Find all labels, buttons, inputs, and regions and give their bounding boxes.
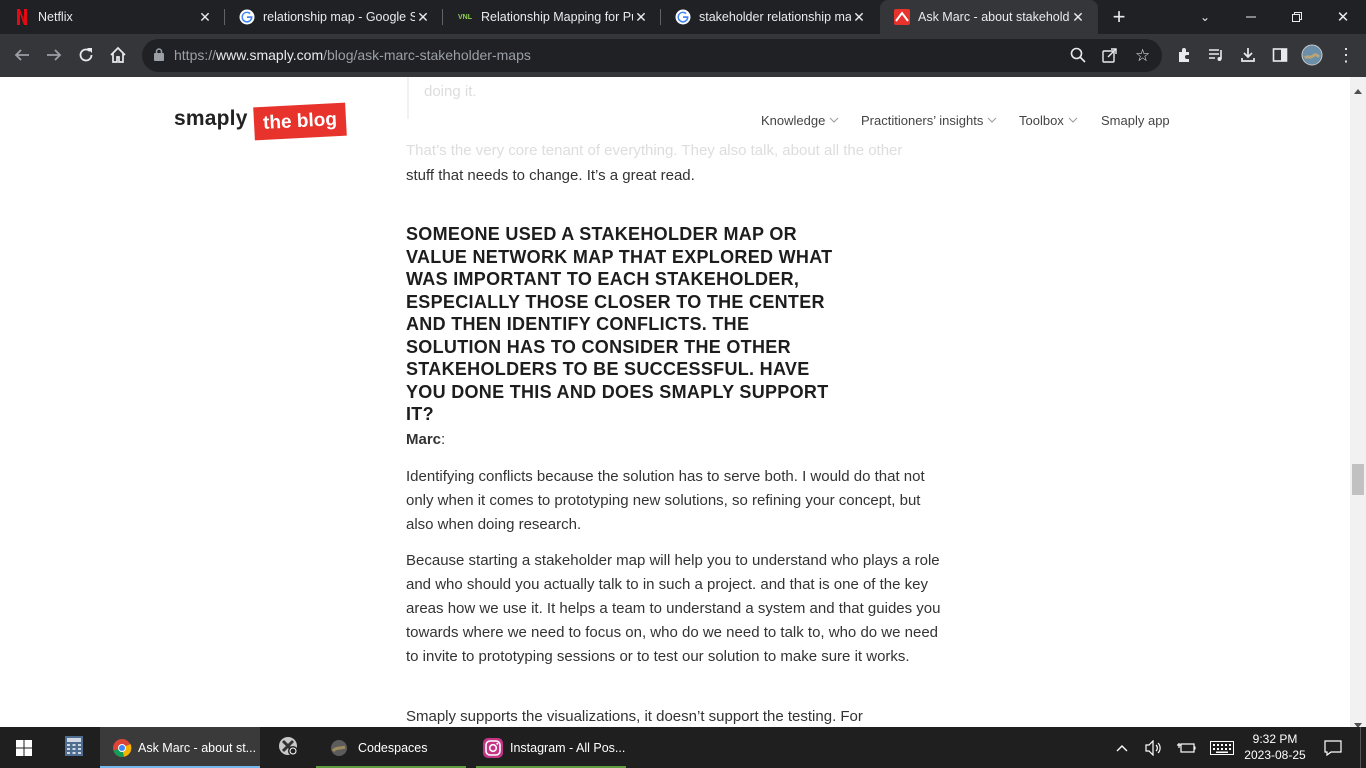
share-icon[interactable]: [1102, 47, 1118, 68]
calculator-icon: [64, 735, 84, 760]
lock-icon[interactable]: [154, 48, 164, 66]
side-panel-icon[interactable]: [1266, 41, 1294, 69]
tab-title: relationship map - Google Se: [263, 10, 415, 24]
zoom-search-icon[interactable]: [1070, 47, 1086, 68]
nav-practitioners-label: Practitioners’ insights: [861, 113, 984, 128]
tab-netflix[interactable]: Netflix ✕: [0, 0, 225, 34]
page-scrollbar[interactable]: [1350, 77, 1366, 728]
settings-app-icon: [277, 735, 299, 760]
taskbar-instagram[interactable]: Instagram - All Pos...: [476, 727, 626, 768]
tab-relationship-map-google[interactable]: relationship map - Google Se ✕: [225, 0, 443, 34]
url-domain: www.smaply.com: [216, 47, 324, 63]
reload-icon[interactable]: [72, 41, 100, 69]
tab-close-icon[interactable]: ✕: [415, 9, 431, 26]
tab-close-icon[interactable]: ✕: [1070, 9, 1086, 26]
close-window-button[interactable]: ✕: [1320, 0, 1366, 34]
url-text[interactable]: https://www.smaply.com/blog/ask-marc-sta…: [174, 47, 531, 63]
new-tab-button[interactable]: +: [1096, 0, 1142, 34]
speaker-colon: :: [441, 431, 446, 448]
google-icon: [239, 9, 255, 25]
netflix-icon: [14, 9, 30, 25]
volume-icon[interactable]: [1142, 727, 1166, 768]
back-icon[interactable]: [8, 41, 36, 69]
question-heading: Someone used a stakeholder map or value …: [406, 224, 833, 424]
smaply-icon: [894, 9, 910, 25]
show-desktop-button[interactable]: [1360, 727, 1366, 768]
nav-knowledge-label: Knowledge: [761, 113, 826, 128]
bookmark-star-icon[interactable]: ☆: [1135, 46, 1150, 66]
profile-avatar[interactable]: [1298, 41, 1326, 69]
show-hidden-icons-chevron-icon[interactable]: [1110, 727, 1134, 768]
tab-relationship-mapping-pul[interactable]: VNL Relationship Mapping for Pul ✕: [443, 0, 661, 34]
instagram-icon: [482, 737, 504, 759]
nav-smaply-app-label: Smaply app: [1101, 113, 1170, 128]
speaker-label: Marc:: [406, 431, 445, 448]
address-bar[interactable]: https://www.smaply.com/blog/ask-marc-sta…: [142, 39, 1162, 72]
forward-icon[interactable]: [40, 41, 68, 69]
windows-taskbar: Ask Marc - about st... Codespaces Instag…: [0, 727, 1366, 768]
taskbar-settings-app[interactable]: [264, 727, 312, 768]
start-button[interactable]: [0, 727, 48, 768]
media-queue-icon[interactable]: [1202, 41, 1230, 69]
chevron-down-icon: [829, 115, 839, 126]
restore-button[interactable]: [1274, 0, 1320, 34]
google-icon: [675, 9, 691, 25]
answer-paragraph-3: Smaply supports the visualizations, it d…: [406, 708, 863, 725]
taskbar-calculator[interactable]: [50, 727, 98, 768]
browser-tab-strip: Netflix ✕ relationship map - Google Se ✕…: [0, 0, 1366, 34]
tab-stakeholder-relationship-map[interactable]: stakeholder relationship map ✕: [661, 0, 879, 34]
nav-smaply-app[interactable]: Smaply app: [1101, 113, 1170, 128]
speaker-name: Marc: [406, 431, 442, 448]
nav-toolbox[interactable]: Toolbox: [1019, 113, 1078, 128]
tab-title: Ask Marc - about stakeholde: [918, 10, 1070, 24]
tab-close-icon[interactable]: ✕: [633, 9, 649, 26]
nav-toolbox-label: Toolbox: [1019, 113, 1064, 128]
nav-practitioners-insights[interactable]: Practitioners’ insights: [861, 113, 997, 128]
browser-toolbar: https://www.smaply.com/blog/ask-marc-sta…: [0, 34, 1366, 77]
tab-title: Netflix: [38, 10, 73, 24]
home-icon[interactable]: [104, 41, 132, 69]
tab-title: stakeholder relationship map: [699, 10, 851, 24]
tab-search-chevron-icon[interactable]: ⌄: [1182, 0, 1228, 34]
taskbar-app-label: Ask Marc - about st...: [138, 740, 257, 755]
smaply-logo[interactable]: smaply: [174, 107, 248, 131]
clock-time: 9:32 PM: [1252, 732, 1298, 746]
quote-border: [407, 77, 409, 119]
nav-knowledge[interactable]: Knowledge: [761, 113, 839, 128]
minimize-button[interactable]: [1228, 0, 1274, 34]
the-blog-badge[interactable]: the blog: [253, 102, 347, 141]
tab-close-icon[interactable]: ✕: [197, 9, 213, 26]
url-path: /blog/ask-marc-stakeholder-maps: [323, 47, 531, 63]
taskbar-app-label: Instagram - All Pos...: [510, 740, 626, 755]
tab-close-icon[interactable]: ✕: [851, 9, 867, 26]
web-page: doing it. That’s the very core tenant of…: [0, 77, 1350, 727]
scroll-up-arrow-icon[interactable]: [1354, 81, 1362, 99]
clock-date: 2023-08-25: [1244, 748, 1306, 762]
download-icon[interactable]: [1234, 41, 1262, 69]
faded-paragraph-line: That’s the very core tenant of everythin…: [406, 142, 903, 159]
paragraph-end: stuff that needs to change. It’s a great…: [406, 167, 695, 184]
chevron-down-icon: [1068, 115, 1078, 126]
vnl-icon: VNL: [458, 13, 472, 21]
extensions-icon[interactable]: [1170, 41, 1198, 69]
scrollbar-thumb[interactable]: [1352, 464, 1364, 495]
keyboard-icon[interactable]: [1208, 727, 1236, 768]
codespaces-icon: [330, 739, 348, 757]
taskbar-chrome-ask-marc[interactable]: Ask Marc - about st...: [100, 727, 260, 768]
chevron-down-icon: [987, 115, 997, 126]
tab-ask-marc[interactable]: Ask Marc - about stakeholde ✕: [880, 0, 1098, 34]
chrome-icon: [112, 738, 132, 758]
chrome-menu-icon[interactable]: ⋮: [1332, 41, 1360, 69]
notifications-icon[interactable]: [1318, 727, 1348, 768]
answer-paragraph-1: Identifying conflicts because the soluti…: [406, 468, 925, 533]
battery-icon[interactable]: [1174, 727, 1198, 768]
faded-quote-text: doing it.: [424, 83, 477, 100]
taskbar-codespaces[interactable]: Codespaces: [316, 727, 466, 768]
system-clock[interactable]: 9:32 PM 2023-08-25: [1240, 731, 1310, 763]
tab-title: Relationship Mapping for Pul: [481, 10, 633, 24]
url-scheme: https://: [174, 47, 217, 63]
taskbar-app-label: Codespaces: [358, 740, 428, 755]
answer-paragraph-2: Because starting a stakeholder map will …: [406, 552, 941, 665]
